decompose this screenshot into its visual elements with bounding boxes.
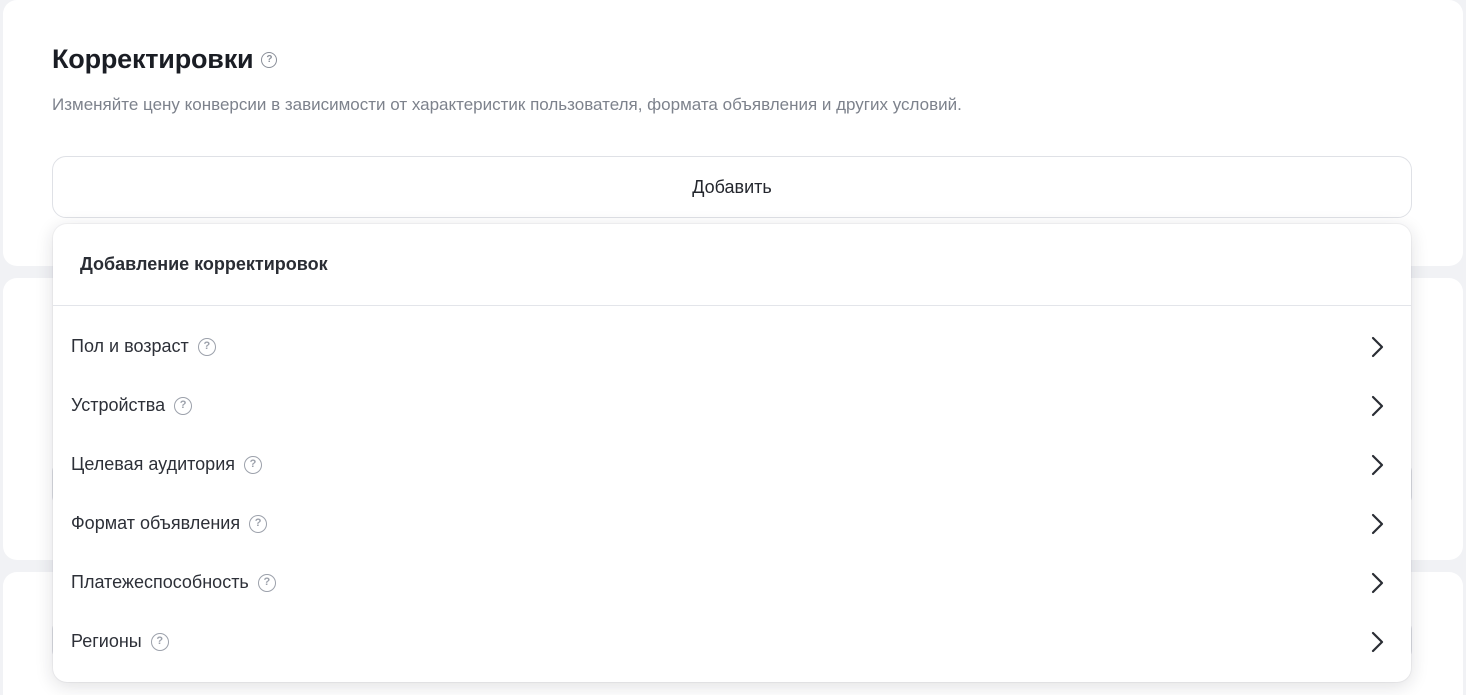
help-icon[interactable]: ? (174, 396, 193, 415)
dropdown-item-regions[interactable]: Регионы ? (53, 612, 1411, 671)
dropdown-item-target-audience[interactable]: Целевая аудитория ? (53, 435, 1411, 494)
help-icon[interactable]: ? (257, 573, 276, 592)
add-adjustment-button[interactable]: Добавить (52, 156, 1412, 218)
dropdown-item-gender-age[interactable]: Пол и возраст ? (53, 317, 1411, 376)
item-label: Устройства (71, 395, 166, 415)
dropdown-title: Добавление корректировок (53, 224, 1411, 306)
chevron-right-icon (1367, 513, 1387, 534)
add-adjustments-dropdown: Добавление корректировок Пол и возраст ?… (53, 224, 1411, 682)
item-label: Регионы (71, 631, 142, 651)
help-icon[interactable]: ? (244, 455, 262, 474)
chevron-right-icon (1367, 454, 1387, 475)
dropdown-item-solvency[interactable]: Платежеспособность ? (53, 553, 1411, 612)
chevron-right-icon (1367, 336, 1387, 357)
dropdown-list: Пол и возраст ? Устройства ? Целевая ауд… (53, 306, 1411, 671)
section-description: Изменяйте цену конверсии в зависимости о… (52, 95, 962, 114)
chevron-right-icon (1367, 395, 1387, 416)
item-label: Формат объявления (71, 513, 241, 533)
item-label: Целевая аудитория (71, 454, 235, 474)
section-title: Корректировки (52, 44, 254, 74)
dropdown-item-devices[interactable]: Устройства ? (53, 376, 1411, 435)
help-icon[interactable]: ? (197, 337, 216, 356)
help-icon[interactable]: ? (249, 514, 268, 533)
help-icon[interactable]: ? (261, 51, 278, 68)
chevron-right-icon (1367, 631, 1387, 652)
section-header: Корректировки ? (52, 44, 278, 75)
item-label: Пол и возраст (71, 336, 189, 356)
item-label: Платежеспособность (71, 572, 249, 592)
help-icon[interactable]: ? (150, 632, 169, 651)
dropdown-item-ad-format[interactable]: Формат объявления ? (53, 494, 1411, 553)
chevron-right-icon (1367, 572, 1387, 593)
